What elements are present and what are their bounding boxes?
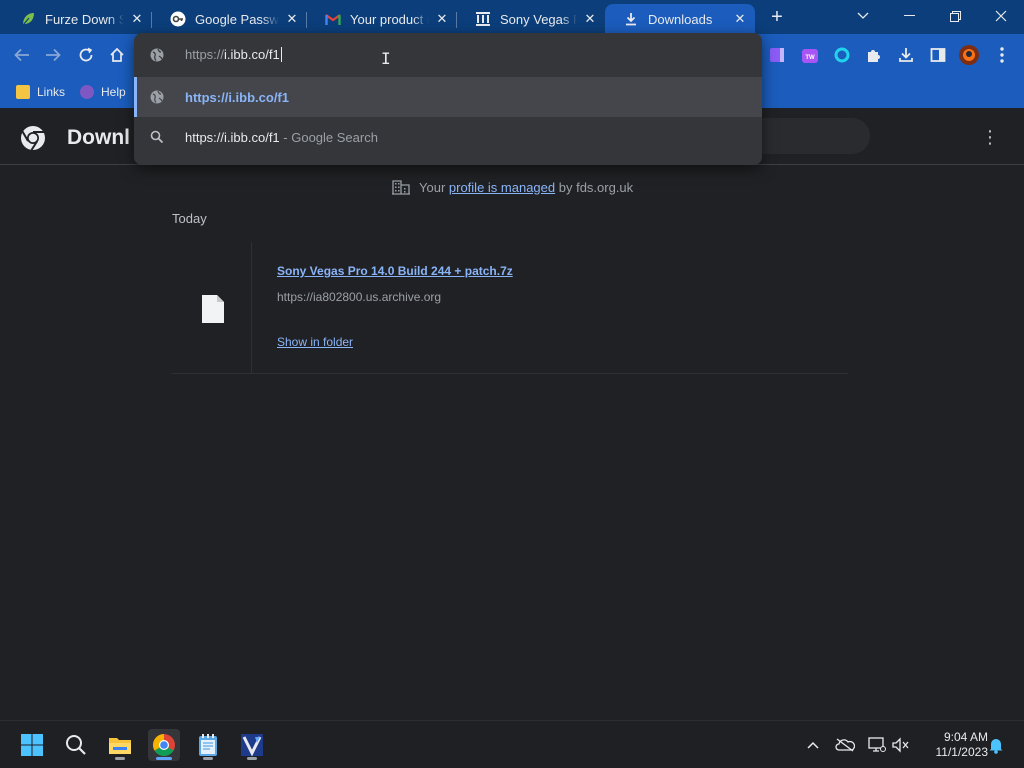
notepad-icon[interactable] [192, 729, 224, 761]
download-filename-link[interactable]: Sony Vegas Pro 14.0 Build 244 + patch.7z [277, 264, 513, 278]
download-icon [623, 11, 639, 27]
tab-furze-down-school[interactable]: Furze Down School ✕ [2, 4, 152, 34]
reload-icon[interactable] [73, 42, 99, 68]
profile-avatar[interactable] [958, 44, 980, 66]
back-arrow-icon[interactable] [9, 42, 35, 68]
managed-notice: Your profile is managed by fds.org.uk [392, 179, 633, 195]
tw-extension-icon[interactable]: TW [800, 45, 820, 65]
close-window-button[interactable] [978, 0, 1024, 32]
more-actions-icon[interactable]: ⋮ [980, 125, 1000, 149]
date-group-label: Today [172, 211, 207, 226]
search-icon [150, 130, 164, 144]
windows-taskbar: 9:04 AM 11/1/2023 [0, 720, 1024, 768]
building-icon [392, 180, 410, 195]
omnibox-suggestion-url[interactable]: https://i.ibb.co/f1 [134, 77, 762, 117]
tab-title: Downloads [648, 11, 713, 27]
volume-muted-icon[interactable] [891, 735, 911, 755]
leaf-icon [20, 11, 36, 27]
close-tab-icon[interactable]: ✕ [433, 10, 451, 28]
close-tab-icon[interactable]: ✕ [581, 10, 599, 28]
text-caret [280, 47, 282, 62]
file-explorer-icon[interactable] [104, 729, 136, 761]
circle-extension-icon[interactable] [832, 45, 852, 65]
extensions-puzzle-icon[interactable] [864, 45, 884, 65]
close-tab-icon[interactable]: ✕ [283, 10, 301, 28]
address-bar-input[interactable]: https://i.ibb.co/f1 I [134, 33, 762, 77]
windows-start-icon[interactable] [16, 729, 48, 761]
tab-your-product-review[interactable]: Your product review ✕ [307, 4, 457, 34]
side-panel-icon[interactable] [928, 45, 948, 65]
tab-search-icon[interactable] [840, 0, 886, 32]
text-cursor-icon: I [381, 49, 391, 68]
tab-title: Google Password Manager [195, 11, 279, 27]
show-hidden-icons-chevron[interactable] [803, 735, 823, 755]
bookmark-extension-icon[interactable] [767, 45, 787, 65]
tab-title: Furze Down School [45, 11, 124, 27]
home-icon[interactable] [104, 42, 130, 68]
show-in-folder-link[interactable]: Show in folder [277, 335, 353, 349]
forward-arrow-icon[interactable] [40, 42, 66, 68]
download-source-url: https://ia802800.us.archive.org [277, 290, 442, 304]
profile-managed-link[interactable]: profile is managed [449, 180, 555, 195]
gmail-icon [325, 11, 341, 27]
taskbar-search-icon[interactable] [60, 729, 92, 761]
suggestion-url-text: https://i.ibb.co/f1 [185, 89, 289, 105]
bookmark-help[interactable]: Help [80, 82, 126, 102]
download-item: Sony Vegas Pro 14.0 Build 244 + patch.7z… [172, 242, 848, 374]
vegas-pro-icon[interactable] [236, 729, 268, 761]
network-icon[interactable] [867, 735, 887, 755]
globe-icon [150, 90, 164, 104]
bookmark-links[interactable]: Links [16, 82, 65, 102]
tab-downloads[interactable]: Downloads ✕ [605, 4, 755, 34]
new-tab-button[interactable]: + [766, 6, 788, 28]
globe-icon [150, 48, 164, 62]
system-clock[interactable]: 9:04 AM 11/1/2023 [916, 730, 989, 760]
chrome-taskbar-icon[interactable] [148, 729, 180, 761]
file-icon [202, 295, 224, 323]
help-icon [80, 85, 94, 99]
tab-strip: Furze Down School ✕ Google Password Mana… [0, 0, 1024, 34]
chrome-logo-icon [21, 126, 45, 151]
suggestion-description: - Google Search [279, 129, 378, 145]
tab-google-password-manager[interactable]: Google Password Manager ✕ [152, 4, 307, 34]
omnibox-suggestion-search[interactable]: https://i.ibb.co/f1 - Google Search [134, 117, 762, 157]
notification-bell-icon[interactable] [986, 735, 1006, 755]
close-tab-icon[interactable]: ✕ [128, 10, 146, 28]
onedrive-icon[interactable] [835, 735, 855, 755]
downloads-toolbar-icon[interactable] [896, 45, 916, 65]
archive-icon [475, 11, 491, 27]
folder-icon [16, 85, 30, 99]
suggestion-query-text: https://i.ibb.co/f1 [185, 129, 280, 145]
minimize-button[interactable] [886, 0, 932, 32]
tab-title: Your product review [350, 11, 429, 27]
omnibox-dropdown: https://i.ibb.co/f1 I https://i.ibb.co/f… [134, 33, 762, 165]
restore-button[interactable] [932, 0, 978, 32]
page-title: Downl [67, 126, 130, 149]
chrome-menu-icon[interactable] [992, 45, 1012, 65]
close-tab-icon[interactable]: ✕ [731, 10, 749, 28]
tab-title: Sony Vegas Pro 14.0 Build 244 [500, 11, 577, 27]
svg-text:TW: TW [805, 55, 815, 61]
key-icon [170, 11, 186, 27]
tab-sony-vegas-pro[interactable]: Sony Vegas Pro 14.0 Build 244 ✕ [457, 4, 605, 34]
